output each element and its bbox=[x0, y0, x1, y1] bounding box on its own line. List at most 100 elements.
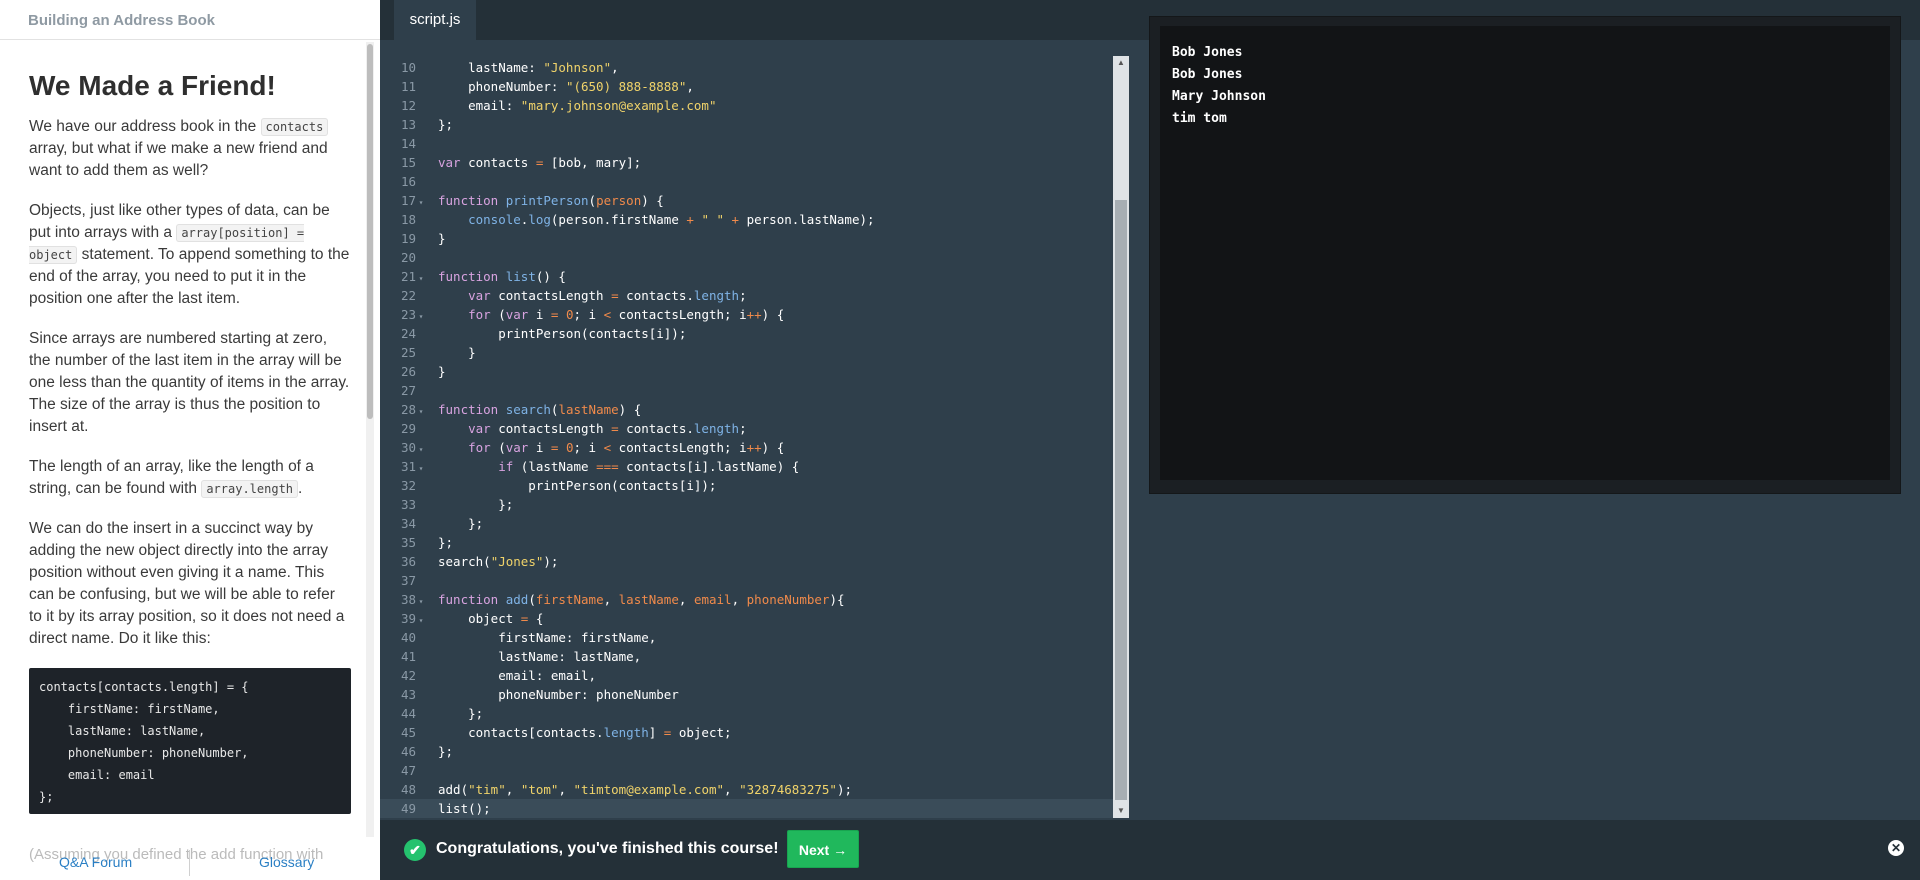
code-line[interactable]: 19} bbox=[380, 229, 1115, 248]
code-line[interactable]: 12 email: "mary.johnson@example.com" bbox=[380, 96, 1115, 115]
line-number: 39 bbox=[400, 611, 416, 626]
code-line[interactable]: 40 firstName: firstName, bbox=[380, 628, 1115, 647]
line-number: 17 bbox=[400, 193, 416, 208]
code-line[interactable]: 11 phoneNumber: "(650) 888-8888", bbox=[380, 77, 1115, 96]
line-source bbox=[426, 763, 438, 778]
line-source: phoneNumber: phoneNumber bbox=[438, 687, 679, 702]
line-number: 43 bbox=[400, 687, 416, 702]
code-line[interactable]: 27 bbox=[380, 381, 1115, 400]
check-icon: ✔ bbox=[404, 839, 426, 861]
code-line[interactable]: 39 ▾ object = { bbox=[380, 609, 1115, 628]
instructions-footer: Q&A Forum Glossary bbox=[0, 844, 380, 880]
line-source: lastName: lastName, bbox=[438, 649, 642, 664]
code-line[interactable]: 28 ▾ function search(lastName) { bbox=[380, 400, 1115, 419]
line-source: } bbox=[438, 364, 446, 379]
lesson-paragraph-1: We have our address book in the contacts… bbox=[29, 118, 329, 179]
line-source: } bbox=[438, 345, 476, 360]
code-line[interactable]: 29 var contactsLength = contacts.length; bbox=[380, 419, 1115, 438]
line-number: 40 bbox=[400, 630, 416, 645]
code-example-block: contacts[contacts.length] = { firstName:… bbox=[29, 668, 351, 814]
code-line[interactable]: 20 bbox=[380, 248, 1115, 267]
line-number: 24 bbox=[400, 326, 416, 341]
output-line: tim tom bbox=[1172, 111, 1227, 126]
code-line[interactable]: 22 var contactsLength = contacts.length; bbox=[380, 286, 1115, 305]
code-line[interactable]: 37 bbox=[380, 571, 1115, 590]
line-number: 42 bbox=[400, 668, 416, 683]
code-line[interactable]: 24 printPerson(contacts[i]); bbox=[380, 324, 1115, 343]
console-output-lines: Bob Jones Bob Jones Mary Johnson tim tom bbox=[1172, 42, 1266, 130]
code-line[interactable]: 10 lastName: "Johnson", bbox=[380, 58, 1115, 77]
line-number: 28 bbox=[400, 402, 416, 417]
line-source: function add(firstName, lastName, email,… bbox=[438, 592, 845, 607]
code-line[interactable]: 43 phoneNumber: phoneNumber bbox=[380, 685, 1115, 704]
scroll-down-arrow-icon[interactable]: ▼ bbox=[1113, 804, 1129, 818]
code-line[interactable]: 48 add("tim", "tom", "timtom@example.com"… bbox=[380, 780, 1115, 799]
code-line[interactable]: 13}; bbox=[380, 115, 1115, 134]
line-number: 13 bbox=[400, 117, 416, 132]
tab-script-js[interactable]: script.js bbox=[394, 0, 476, 40]
scroll-up-arrow-icon[interactable]: ▲ bbox=[1113, 56, 1129, 70]
code-line[interactable]: 18 console.log(person.firstName + " " + … bbox=[380, 210, 1115, 229]
code-line[interactable]: 21 ▾ function list() { bbox=[380, 267, 1115, 286]
line-source: }; bbox=[438, 497, 514, 512]
code-line[interactable]: 17 ▾ function printPerson(person) { bbox=[380, 191, 1115, 210]
code-line[interactable]: 25 } bbox=[380, 343, 1115, 362]
code-line[interactable]: 26} bbox=[380, 362, 1115, 381]
line-source: search("Jones"); bbox=[438, 554, 559, 569]
line-source: email: email, bbox=[438, 668, 597, 683]
line-number: 11 bbox=[400, 79, 416, 94]
code-line[interactable]: 16 bbox=[380, 172, 1115, 191]
code-line[interactable]: 15 var contacts = [bob, mary]; bbox=[380, 153, 1115, 172]
editor-scrollbar-thumb[interactable] bbox=[1115, 200, 1127, 800]
close-icon[interactable]: ✕ bbox=[1888, 840, 1904, 856]
line-source: for (var i = 0; i < contactsLength; i++)… bbox=[468, 307, 785, 322]
instructions-scrollbar-thumb[interactable] bbox=[367, 44, 373, 419]
code-lines[interactable]: 10 lastName: "Johnson", 11 phoneNumber: "… bbox=[380, 58, 1115, 818]
line-source: contacts[contacts.length] = object; bbox=[438, 725, 732, 740]
inline-code-array-length: array.length bbox=[201, 480, 299, 498]
code-line[interactable]: 38 ▾ function add(firstName, lastName, ema… bbox=[380, 590, 1115, 609]
code-line[interactable]: 36 search("Jones"); bbox=[380, 552, 1115, 571]
line-source bbox=[426, 383, 438, 398]
line-number: 37 bbox=[400, 573, 416, 588]
line-number: 49 bbox=[400, 801, 416, 816]
qa-forum-link[interactable]: Q&A Forum bbox=[59, 854, 132, 870]
code-line[interactable]: 31 ▾ if (lastName === contacts[i].lastNam… bbox=[380, 457, 1115, 476]
line-number: 30 bbox=[400, 440, 416, 455]
lesson-content: We Made a Friend! We have our address bo… bbox=[29, 68, 351, 814]
code-line[interactable]: 23 ▾ for (var i = 0; i < contactsLength; … bbox=[380, 305, 1115, 324]
line-number: 16 bbox=[400, 174, 416, 189]
line-source: for (var i = 0; i < contactsLength; i++)… bbox=[468, 440, 785, 455]
completion-message: Congratulations, you've finished this co… bbox=[436, 840, 779, 857]
code-line[interactable]: 49 list(); bbox=[380, 799, 1115, 818]
line-source: }; bbox=[438, 535, 454, 550]
line-source: var contactsLength = contacts.length; bbox=[468, 421, 747, 436]
code-line[interactable]: 34 }; bbox=[380, 514, 1115, 533]
code-line[interactable]: 35}; bbox=[380, 533, 1115, 552]
line-source: }; bbox=[438, 117, 454, 132]
code-line[interactable]: 47 bbox=[380, 761, 1115, 780]
line-number: 19 bbox=[400, 231, 416, 246]
code-line[interactable]: 32 printPerson(contacts[i]); bbox=[380, 476, 1115, 495]
line-number: 41 bbox=[400, 649, 416, 664]
line-number: 18 bbox=[400, 212, 416, 227]
line-source bbox=[426, 136, 438, 151]
line-source bbox=[426, 573, 438, 588]
code-editor[interactable]: 10 lastName: "Johnson", 11 phoneNumber: "… bbox=[380, 40, 1130, 820]
code-line[interactable]: 45 contacts[contacts.length] = object; bbox=[380, 723, 1115, 742]
code-line[interactable]: 44 }; bbox=[380, 704, 1115, 723]
code-line[interactable]: 42 email: email, bbox=[380, 666, 1115, 685]
next-button[interactable]: Next → bbox=[787, 830, 859, 868]
instructions-panel: Building an Address Book We Made a Frien… bbox=[0, 0, 381, 880]
line-source: console.log(person.firstName + " " + per… bbox=[468, 212, 875, 227]
glossary-link[interactable]: Glossary bbox=[259, 854, 314, 870]
inline-code-contacts: contacts bbox=[260, 118, 329, 136]
completion-bar: ✔ Congratulations, you've finished this … bbox=[380, 820, 1920, 880]
code-line[interactable]: 33 }; bbox=[380, 495, 1115, 514]
code-line[interactable]: 46}; bbox=[380, 742, 1115, 761]
line-source: }; bbox=[438, 516, 484, 531]
course-title: Building an Address Book bbox=[0, 0, 380, 40]
code-line[interactable]: 41 lastName: lastName, bbox=[380, 647, 1115, 666]
code-line[interactable]: 30 ▾ for (var i = 0; i < contactsLength; … bbox=[380, 438, 1115, 457]
code-line[interactable]: 14 bbox=[380, 134, 1115, 153]
